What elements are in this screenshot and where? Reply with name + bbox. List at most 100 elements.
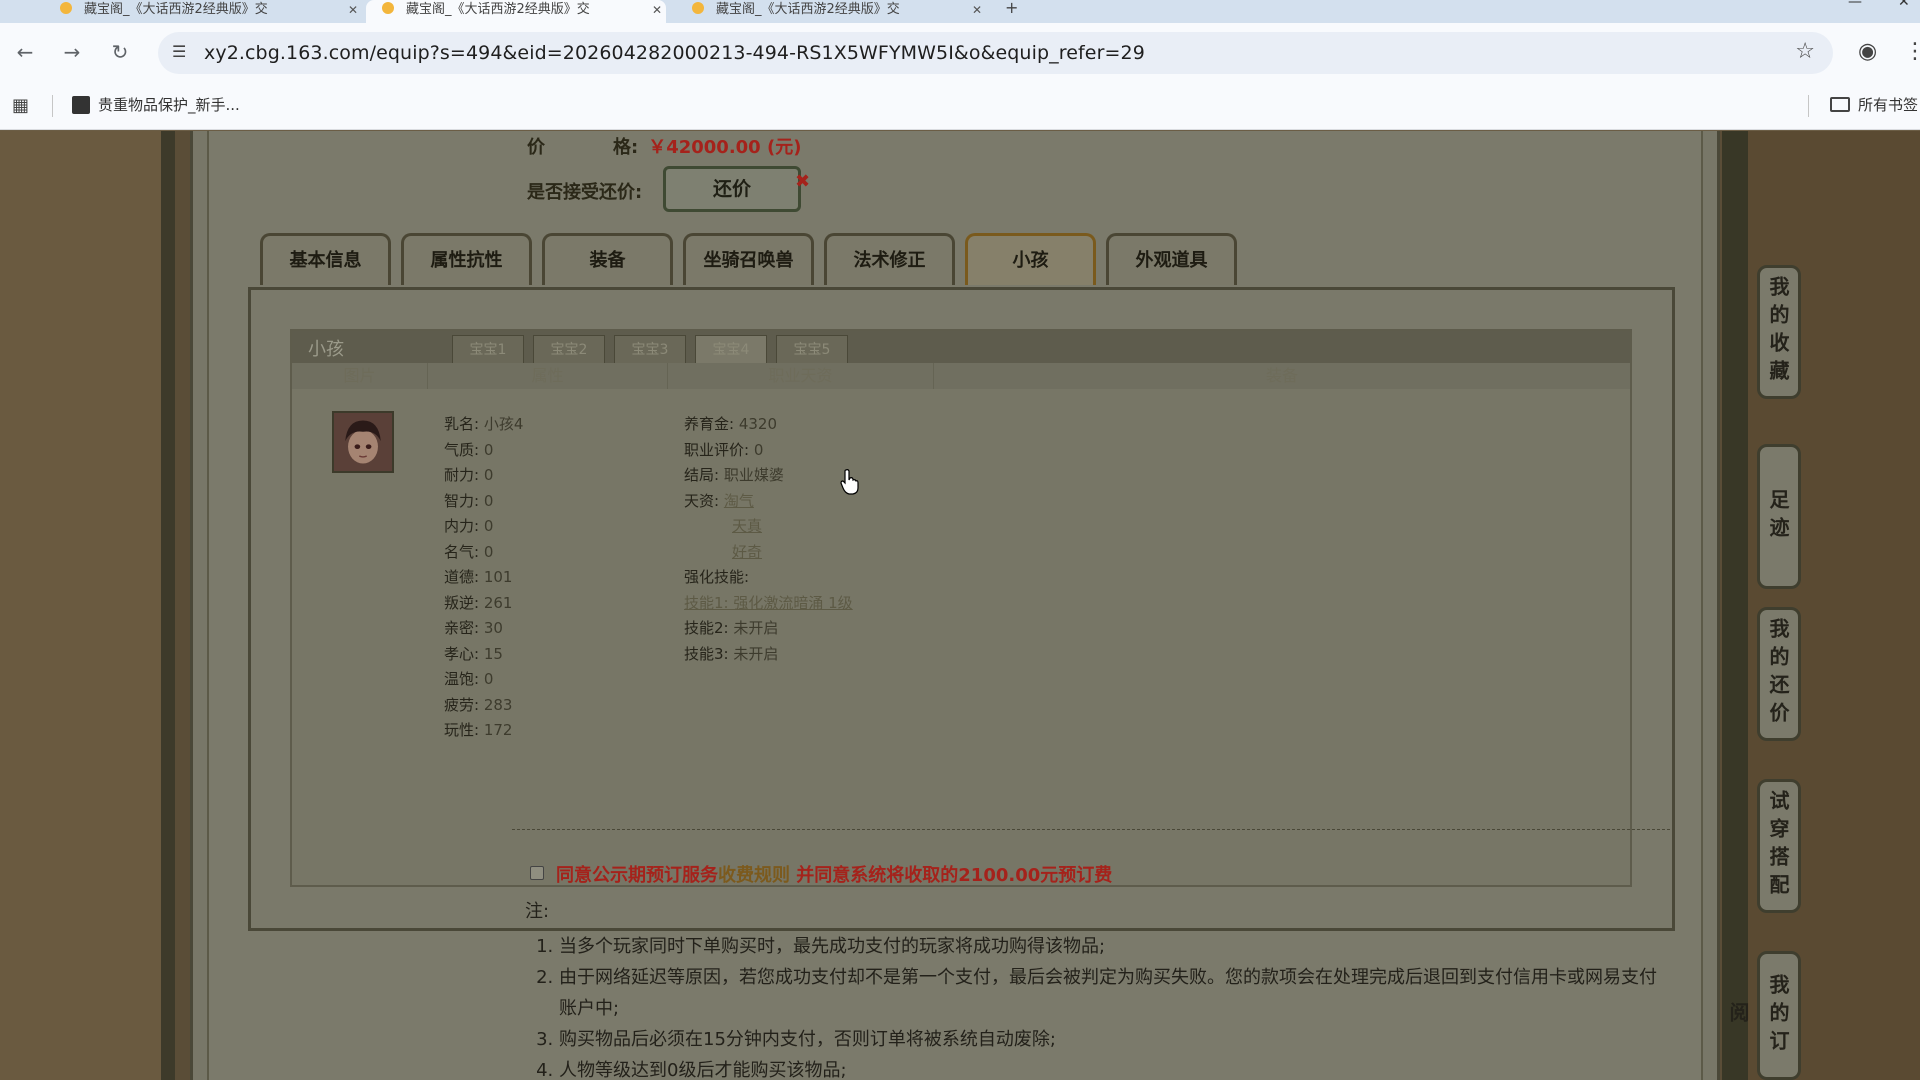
site-info-icon[interactable]: ☰ (172, 42, 186, 61)
note-item: 购买物品后必须在15分钟内支付，否则订单将被系统自动废除; (559, 1024, 1665, 1055)
bargain-button[interactable]: 还价 (663, 166, 801, 212)
attr-value: 0 (483, 517, 494, 535)
attr-row: 叛逆: 261 (444, 592, 523, 618)
all-bookmarks-label: 所有书签 (1858, 96, 1919, 114)
browser-tab-2-active[interactable]: 藏宝阁_《大话西游2经典版》交 ✕ (366, 0, 666, 23)
tab-kids[interactable]: 小孩 (965, 233, 1096, 285)
price-row: 价 格: ￥42000.00 (元) (527, 133, 801, 159)
attr-value: 261 (483, 593, 513, 612)
tab-equipment[interactable]: 装备 (542, 233, 673, 285)
agreement-checkbox[interactable] (530, 866, 544, 880)
close-window-icon[interactable]: ✕ (1898, 0, 1910, 10)
forward-arrow-icon[interactable]: → (60, 40, 84, 64)
attr-key: 叛逆: (444, 593, 480, 612)
browser-tab-1[interactable]: 藏宝阁_《大话西游2经典版》交 ✕ (44, 0, 362, 23)
tab-title: 藏宝阁_《大话西游2经典版》交 (406, 2, 590, 17)
job-key: 养育金: (684, 415, 735, 433)
note-item: 人物等级达到0级后才能购买该物品; (559, 1055, 1665, 1080)
all-bookmarks-button[interactable]: 所有书签 (1830, 94, 1918, 115)
url-text[interactable]: xy2.cbg.163.com/equip?s=494&eid=20260428… (204, 42, 1145, 64)
attr-key: 耐力: (444, 466, 480, 484)
talent-link[interactable]: 淘气 (724, 492, 754, 510)
job-row: 天资: 淘气 (684, 490, 853, 516)
job-key: 结局: (684, 466, 720, 484)
attr-key: 气质: (444, 440, 480, 459)
minimize-window-icon[interactable]: — (1848, 0, 1862, 10)
kid-panel: 小孩 宝宝1 宝宝2 宝宝3 宝宝4 宝宝5 图片 属性 职业天资 装备 乳名:… (290, 329, 1632, 887)
attr-row: 智力: 0 (444, 490, 523, 516)
bookmark-star-icon[interactable]: ☆ (1795, 39, 1815, 64)
kid-panel-title: 小孩 (308, 339, 344, 360)
back-arrow-icon[interactable]: ← (13, 40, 37, 64)
tab-attributes[interactable]: 属性抗性 (401, 233, 532, 285)
browser-toolbar: ← → ↻ ☰ xy2.cbg.163.com/equip?s=494&eid=… (0, 23, 1920, 83)
browser-menu-icon[interactable]: ⋮ (1904, 39, 1920, 64)
reload-icon[interactable]: ↻ (108, 40, 132, 64)
job-row: 技能3: 未开启 (684, 643, 853, 669)
kid-panel-header: 小孩 宝宝1 宝宝2 宝宝3 宝宝4 宝宝5 (292, 331, 1630, 363)
tab-appearance[interactable]: 外观道具 (1106, 233, 1237, 285)
bargain-close-icon[interactable]: ✖ (795, 171, 810, 192)
attr-value: 172 (483, 721, 513, 739)
skill-1-link[interactable]: 技能1: 强化激流暗涌 1级 (684, 594, 853, 612)
close-tab-icon[interactable]: ✕ (348, 0, 358, 20)
tab-title: 藏宝阁_《大话西游2经典版》交 (716, 2, 900, 17)
side-my-subscriptions[interactable]: 我的订阅 (1726, 951, 1801, 1080)
page-viewport: 价格: ￥42000.00 (元) 是否接受还价: 还价 ✖ 基本信息 属性抗性 … (0, 131, 1920, 1080)
talent-link[interactable]: 天真 (732, 517, 762, 535)
side-my-favorites[interactable]: 我的收藏 (1757, 265, 1801, 399)
agreement-row: 同意公示期预订服务收费规则 并同意系统将收取的2100.00元预订费 (530, 861, 1112, 887)
attr-key: 道德: (444, 568, 480, 586)
notes-list: 当多个玩家同时下单购买时，最先成功支付的玩家将成功购得该物品; 由于网络延迟等原… (525, 931, 1665, 1080)
agreement-fee-text: 并同意系统将收取的2100.00元预订费 (790, 865, 1113, 886)
side-my-bargains[interactable]: 我的还价 (1757, 607, 1801, 741)
subtab-baby-2[interactable]: 宝宝2 (533, 335, 605, 363)
side-footprints[interactable]: 足迹 (1757, 444, 1801, 589)
attr-value: 30 (483, 619, 503, 637)
side-try-on[interactable]: 试穿搭配 (1757, 779, 1801, 913)
subtab-baby-4[interactable]: 宝宝4 (695, 335, 767, 363)
bookmark-item[interactable]: 贵重物品保护_新手... (72, 94, 240, 115)
subtab-baby-5[interactable]: 宝宝5 (776, 335, 848, 363)
job-row: 职业评价: 0 (684, 439, 853, 465)
folder-icon (1830, 97, 1850, 112)
column-header-equipment: 装备 (934, 363, 1630, 389)
browser-tab-3[interactable]: 藏宝阁_《大话西游2经典版》交 ✕ (676, 0, 986, 23)
job-row: 技能2: 未开启 (684, 617, 853, 643)
job-row: 好奇 (684, 541, 853, 567)
close-tab-icon[interactable]: ✕ (972, 0, 982, 20)
attr-value: 15 (483, 644, 503, 663)
address-bar[interactable]: ☰ xy2.cbg.163.com/equip?s=494&eid=202604… (158, 32, 1833, 74)
close-tab-icon[interactable]: ✕ (652, 0, 662, 20)
job-row: 天真 (684, 515, 853, 541)
job-key: 天资: (684, 491, 720, 510)
price-value: ￥42000.00 (元) (648, 137, 802, 158)
job-row: 技能1: 强化激流暗涌 1级 (684, 592, 853, 618)
tab-mounts-summons[interactable]: 坐骑召唤兽 (683, 233, 814, 285)
attr-key: 名气: (444, 542, 480, 561)
attr-key: 孝心: (444, 644, 480, 663)
attr-row: 耐力: 0 (444, 464, 523, 490)
tab-spell-correction[interactable]: 法术修正 (824, 233, 955, 285)
section-divider (512, 829, 1675, 830)
tab-title: 藏宝阁_《大话西游2经典版》交 (84, 2, 268, 17)
fee-rules-link[interactable]: 收费规则 (718, 865, 790, 886)
subtab-baby-3[interactable]: 宝宝3 (614, 335, 686, 363)
profile-icon[interactable]: ◉ (1858, 39, 1877, 64)
purchase-notes: 注: 当多个玩家同时下单购买时，最先成功支付的玩家将成功购得该物品; 由于网络延… (525, 897, 1665, 1080)
job-value: 职业媒婆 (723, 466, 784, 484)
apps-grid-icon[interactable]: ▦ (12, 95, 29, 116)
talent-link[interactable]: 好奇 (732, 543, 762, 561)
job-key: 技能2: (684, 619, 729, 637)
bookmark-label: 贵重物品保护_新手... (98, 96, 240, 114)
agreement-text: 同意公示期预订服务 (556, 865, 718, 886)
attr-row: 孝心: 15 (444, 643, 523, 669)
tab-basic-info[interactable]: 基本信息 (260, 233, 391, 285)
new-tab-button[interactable]: + (1005, 0, 1018, 17)
hand-cursor-icon (840, 469, 859, 495)
attr-key: 乳名: (444, 415, 480, 433)
note-item: 由于网络延迟等原因，若您成功支付却不是第一个支付，最后会被判定为购买失败。您的款… (559, 962, 1665, 1024)
subtab-baby-1[interactable]: 宝宝1 (452, 335, 524, 363)
column-header-job-talent: 职业天资 (668, 363, 934, 389)
price-label-b: 格: (613, 137, 639, 158)
